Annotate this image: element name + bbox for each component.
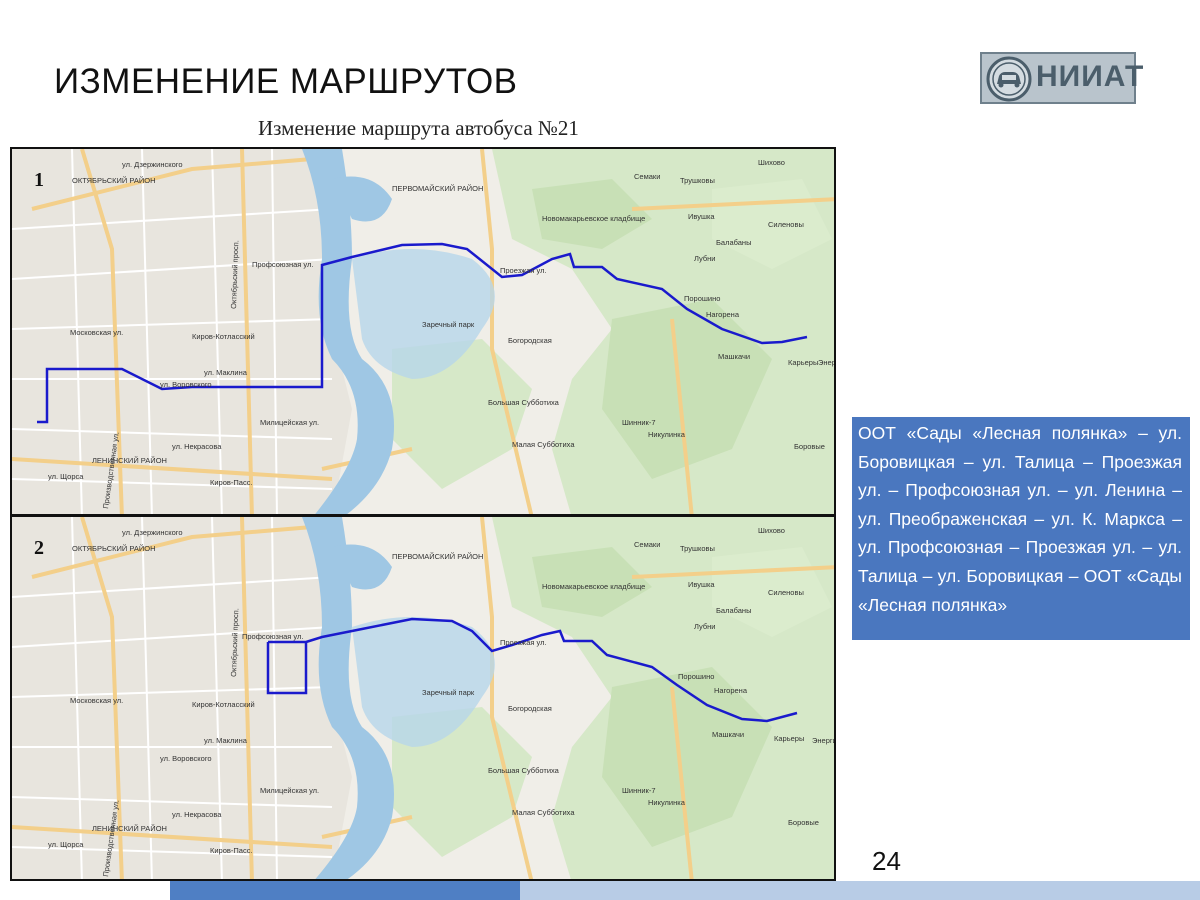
map-1-label-village-shinnik: Шинник-7 (622, 418, 656, 427)
map-1-label-village-malaya-subbotikha: Малая Субботиха (512, 440, 575, 449)
slide-title: ИЗМЕНЕНИЕ МАРШРУТОВ (54, 62, 518, 101)
map-1-label-station-kirov-pass: Киров-Пасс. (210, 478, 253, 487)
map-1-label-village-energiya: Энергия (818, 358, 836, 367)
map-1-label-park-zarechny: Заречный парк (422, 320, 475, 329)
map-2-label-village-balabany: Балабаны (716, 606, 751, 615)
map-1-label-village-ivushka: Ивушка (688, 212, 715, 221)
map-2-label-village-silenovy: Силеновы (768, 588, 804, 597)
map-2-label-village-mashkachi: Машкачи (712, 730, 744, 739)
map-2-label-village-bolshaya-subbotikha: Большая Субботиха (488, 766, 560, 775)
map-1-label-street-nekrasova: ул. Некрасова (172, 442, 222, 451)
map-2-label-village-malaya-subbotikha: Малая Субботиха (512, 808, 575, 817)
map-2-label-village-lubni: Лубни (694, 622, 715, 631)
map-2-label-street-profsoyuznaya: Профсоюзная ул. (242, 632, 303, 641)
map-1-label-village-lubni: Лубни (694, 254, 715, 263)
map-2-label-street-maklina: ул. Маклина (204, 736, 248, 745)
map-1-label-street-moskovskaya: Московская ул. (70, 328, 123, 337)
map-2-label-village-energiya: Энергия (812, 736, 836, 745)
map-1-label-district-leninsky: ЛЕНИНСКИЙ РАЙОН (92, 456, 167, 465)
map-1-label-street-vorovskogo: ул. Воровского (160, 380, 212, 389)
logo: НИИАТ (980, 52, 1143, 104)
map-1-label-street-militseyskaya: Милицейская ул. (260, 418, 319, 427)
route-map-2: ОКТЯБРЬСКИЙ РАЙОН ПЕРВОМАЙСКИЙ РАЙОН ЛЕН… (10, 515, 836, 881)
map-2-label-park-zarechny: Заречный парк (422, 688, 475, 697)
route-map-1: ОКТЯБРЬСКИЙ РАЙОН ПЕРВОМАЙСКИЙ РАЙОН ЛЕН… (10, 147, 836, 516)
map-2-label-village-semaki: Семаки (634, 540, 660, 549)
route-description: ООТ «Сады «Лесная полянка» – ул. Боровиц… (852, 417, 1190, 640)
map-1-number: 1 (34, 169, 44, 191)
map-2-label-street-militseyskaya: Милицейская ул. (260, 786, 319, 795)
map-2-number: 2 (34, 537, 44, 559)
map-1-label-district-oktyabrsky: ОКТЯБРЬСКИЙ РАЙОН (72, 176, 156, 185)
map-1-label-village-nagorena: Нагорена (706, 310, 740, 319)
map-1-label-street-maklina: ул. Маклина (204, 368, 248, 377)
map-1-label-street-shchorsa: ул. Щорса (48, 472, 84, 481)
map-1-label-village-bolshaya-subbotikha: Большая Субботиха (488, 398, 560, 407)
map-2-label-cemetery: Новомакарьевское кладбище (542, 582, 645, 591)
map-1-label-village-shikhovo: Шихово (758, 158, 785, 167)
map-2-label-street-shchorsa: ул. Щорса (48, 840, 84, 849)
map-1-label-village-mashkachi: Машкачи (718, 352, 750, 361)
map-2-label-village-borovye: Боровые (788, 818, 819, 827)
map-1-label-cemetery: Новомакарьевское кладбище (542, 214, 645, 223)
map-2-label-station-kirov-pass: Киров-Пасс. (210, 846, 253, 855)
map-1-label-village-balabany: Балабаны (716, 238, 751, 247)
map-1-label-street-dzerzhinskogo: ул. Дзержинского (122, 160, 183, 169)
map-2-label-village-trushkovy: Трушковы (680, 544, 715, 553)
map-2-label-village-ivushka: Ивушка (688, 580, 715, 589)
map-1-label-village-karery: Карьеры (788, 358, 818, 367)
map-2-label-district-leninsky: ЛЕНИНСКИЙ РАЙОН (92, 824, 167, 833)
logo-text: НИИАТ (1036, 60, 1145, 93)
map-1-label-village-trushkovy: Трушковы (680, 176, 715, 185)
map-1-label-street-profsoyuznaya: Профсоюзная ул. (252, 260, 313, 269)
map-1-canvas: ОКТЯБРЬСКИЙ РАЙОН ПЕРВОМАЙСКИЙ РАЙОН ЛЕН… (12, 149, 836, 514)
map-2-label-village-nagorena: Нагорена (714, 686, 748, 695)
map-2-label-district-oktyabrsky: ОКТЯБРЬСКИЙ РАЙОН (72, 544, 156, 553)
map-2-label-village-shinnik: Шинник-7 (622, 786, 656, 795)
map-2-label-street-proezzhaya: Проезжая ул. (500, 638, 547, 647)
map-2-label-station-kirov-kotlassky: Киров-Котласский (192, 700, 255, 709)
map-1-label-village-semaki: Семаки (634, 172, 660, 181)
map-2-label-village-shikhovo: Шихово (758, 526, 785, 535)
map-1-label-village-silenovy: Силеновы (768, 220, 804, 229)
footer-bar-dark (170, 881, 520, 900)
map-2-label-village-nikulinka: Никулинка (648, 798, 686, 807)
footer-bar-light (520, 881, 1200, 900)
map-1-label-district-pervomaysky: ПЕРВОМАЙСКИЙ РАЙОН (392, 184, 483, 193)
map-2-label-street-nekrasova: ул. Некрасова (172, 810, 222, 819)
map-1-label-village-borovye: Боровые (794, 442, 825, 451)
map-2-canvas: ОКТЯБРЬСКИЙ РАЙОН ПЕРВОМАЙСКИЙ РАЙОН ЛЕН… (12, 517, 836, 879)
map-2-label-village-bogorodskaya: Богородская (508, 704, 552, 713)
map-2-label-village-poroshino: Порошино (678, 672, 714, 681)
map-1-label-village-poroshino: Порошино (684, 294, 720, 303)
map-1-label-street-proezzhaya: Проезжая ул. (500, 266, 547, 275)
map-1-label-village-bogorodskaya: Богородская (508, 336, 552, 345)
map-2-label-street-dzerzhinskogo: ул. Дзержинского (122, 528, 183, 537)
map-2-label-street-moskovskaya: Московская ул. (70, 696, 123, 705)
map-2-label-village-karery: Карьеры (774, 734, 804, 743)
map-1-label-station-kirov-kotlassky: Киров-Котласский (192, 332, 255, 341)
slide-subtitle: Изменение маршрута автобуса №21 (258, 116, 579, 140)
map-2-label-district-pervomaysky: ПЕРВОМАЙСКИЙ РАЙОН (392, 552, 483, 561)
map-2-label-street-vorovskogo: ул. Воровского (160, 754, 212, 763)
page-number: 24 (872, 846, 901, 876)
map-1-label-village-nikulinka: Никулинка (648, 430, 686, 439)
